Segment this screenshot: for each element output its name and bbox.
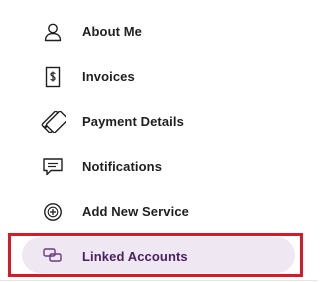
divider	[0, 280, 318, 281]
menu-item-notifications[interactable]: Notifications	[0, 145, 318, 190]
add-circle-icon	[40, 199, 66, 225]
menu-item-linked-accounts[interactable]: Linked Accounts	[0, 233, 318, 280]
menu-item-about-me[interactable]: About Me	[0, 10, 318, 55]
invoice-icon	[40, 64, 66, 90]
person-icon	[40, 19, 66, 45]
menu-item-label: Linked Accounts	[82, 249, 188, 264]
linked-accounts-icon	[40, 242, 66, 268]
menu-item-label: Payment Details	[82, 114, 184, 129]
menu-item-add-new-service[interactable]: Add New Service	[0, 190, 318, 235]
payment-card-icon	[40, 109, 66, 135]
menu-item-payment-details[interactable]: Payment Details	[0, 100, 318, 145]
menu-item-label: Add New Service	[82, 204, 189, 219]
menu-item-label: Invoices	[82, 69, 135, 84]
menu-item-label: Notifications	[82, 159, 163, 174]
menu-item-label: About Me	[82, 24, 143, 39]
account-menu: About Me Invoices Payment Details Notifi…	[0, 0, 318, 282]
chat-bubble-icon	[40, 154, 66, 180]
menu-item-invoices[interactable]: Invoices	[0, 55, 318, 100]
